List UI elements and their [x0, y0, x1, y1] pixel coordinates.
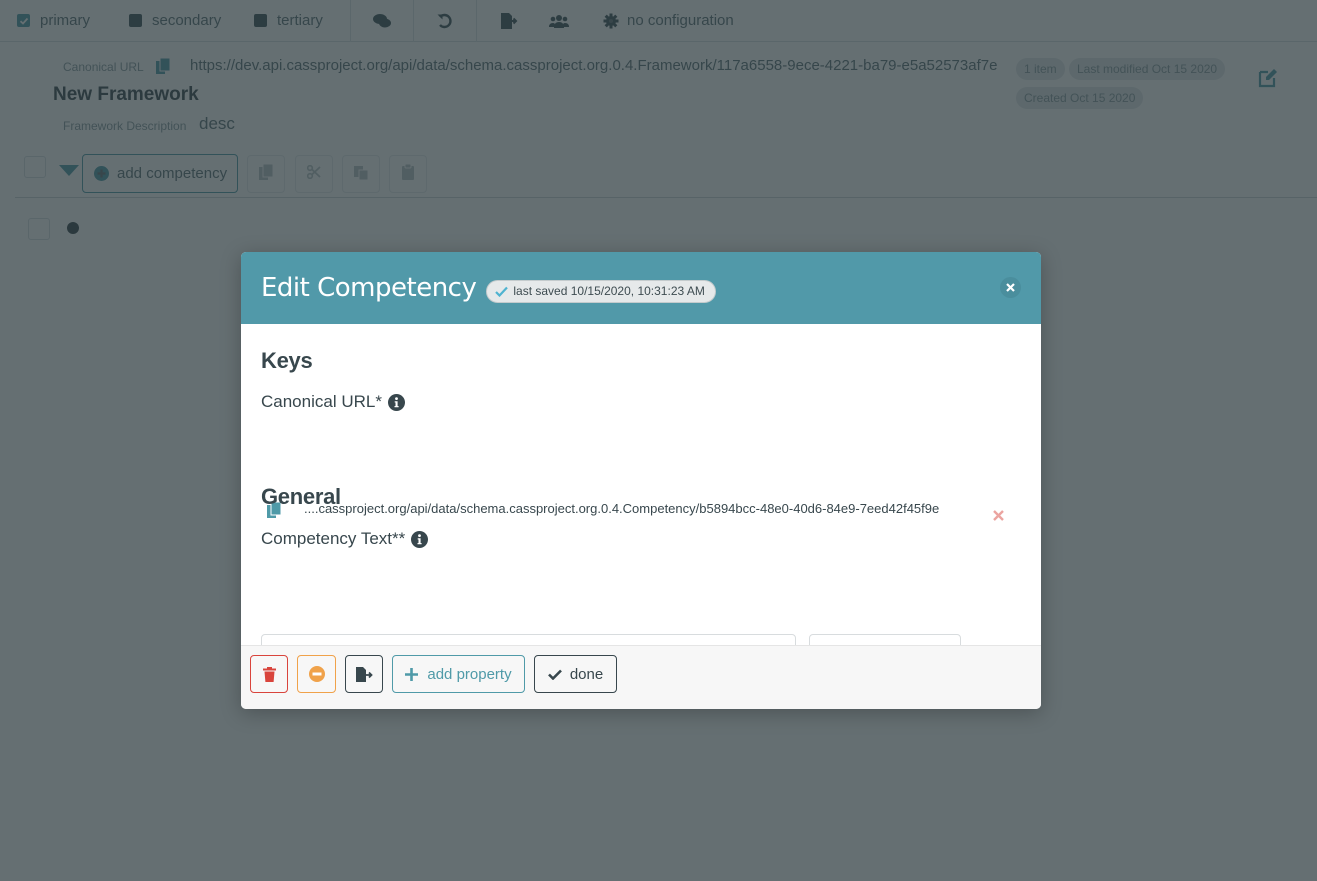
modal-title: Edit Competency	[261, 273, 477, 303]
check-icon	[547, 669, 562, 680]
add-property-label: add property	[427, 665, 512, 683]
export-icon	[355, 666, 373, 682]
edit-competency-modal: Edit Competency last saved 10/15/2020, 1…	[241, 252, 1041, 709]
plus-icon	[405, 667, 419, 681]
export-competency-button[interactable]	[345, 655, 383, 693]
modal-header: Edit Competency last saved 10/15/2020, 1…	[241, 252, 1041, 324]
minus-circle-icon	[308, 666, 325, 682]
canonical-url-property-label: Canonical URL*	[261, 392, 405, 412]
close-icon	[1006, 283, 1015, 292]
competency-text-property-label: Competency Text**	[261, 529, 429, 549]
competency-text-label-text: Competency Text**	[261, 529, 406, 548]
info-icon[interactable]	[387, 393, 405, 411]
info-icon[interactable]	[411, 530, 429, 548]
last-saved-badge: last saved 10/15/2020, 10:31:23 AM	[486, 279, 716, 303]
modal-footer: add property done	[241, 645, 1041, 709]
keys-section-title: Keys	[261, 348, 313, 373]
competency-canonical-url[interactable]: ....cassproject.org/api/data/schema.cass…	[304, 501, 939, 516]
add-property-button[interactable]: add property	[392, 655, 525, 693]
remove-canonical-url-button[interactable]	[993, 510, 1004, 521]
done-label: done	[569, 665, 604, 683]
trash-icon	[262, 666, 276, 682]
modal-body: Keys Canonical URL* ....cassproject.org/…	[241, 324, 1041, 680]
remove-competency-button[interactable]	[297, 655, 336, 693]
close-modal-button[interactable]	[1000, 277, 1021, 298]
done-button[interactable]: done	[534, 655, 617, 693]
last-saved-text: last saved 10/15/2020, 10:31:23 AM	[513, 284, 705, 298]
delete-competency-button[interactable]	[250, 655, 288, 693]
check-icon	[495, 286, 509, 297]
canonical-url-label-text: Canonical URL*	[261, 392, 382, 411]
general-section-title: General	[261, 484, 341, 509]
